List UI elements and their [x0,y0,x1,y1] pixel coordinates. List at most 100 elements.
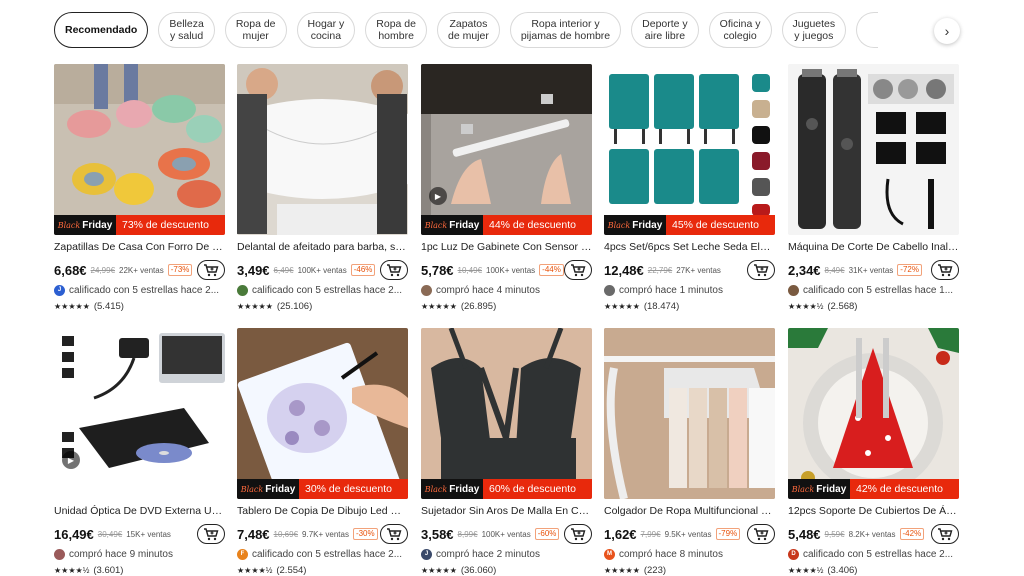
product-title[interactable]: 4pcs Set/6pcs Set Leche Seda Elástic... [604,241,775,255]
category-label: Zapatos de mujer [447,18,489,42]
product-image[interactable]: ▶ [54,328,225,499]
discount-badge: -44% [539,264,564,276]
product-card[interactable]: Black Friday 42% de descuento 12pcs Soporte… [788,328,959,576]
product-card[interactable]: ▶ Unidad Óptica De DVD Externa USB2.... 16… [54,328,225,576]
product-image[interactable]: Black Friday 30% de descuento [237,328,408,499]
product-card[interactable]: Black Friday 73% de descuento Zapatillas De… [54,64,225,312]
cart-icon [387,263,402,276]
product-title[interactable]: Máquina De Corte De Cabello Inalám... [788,241,959,255]
sales-count: 22K+ ventas [119,265,164,275]
black-friday-tag: Black Friday [54,215,116,235]
product-title[interactable]: Zapatillas De Casa Con Forro De Felp... [54,241,225,255]
social-proof: calificado con 5 estrellas hace 2... [237,283,408,297]
category-label: Deporte y aire libre [642,18,688,42]
play-icon[interactable]: ▶ [429,187,447,205]
product-image[interactable]: ▶ Black Friday 44% de descuento [421,64,592,235]
product-image[interactable]: Black Friday 42% de descuento [788,328,959,499]
original-price: 30,49€ [97,529,123,539]
original-price: 8,99€ [457,529,478,539]
star-rating-icon: ★★★★★ [604,565,640,575]
star-rating-icon: ★★★★½ [788,301,824,311]
product-card[interactable]: Colgador De Ropa Multifuncional Blan... 1… [604,328,775,576]
category-chip[interactable]: Ropa de hombre [365,12,427,48]
cart-icon [204,527,219,540]
product-card[interactable]: Máquina De Corte De Cabello Inalám... 2,3… [788,64,959,312]
product-title[interactable]: Tablero De Copia De Dibujo Led Regul... [237,505,408,519]
product-title[interactable]: 1pc Luz De Gabinete Con Sensor De ... [421,241,592,255]
category-label: Oficina y colegio [719,18,761,42]
add-to-cart-button[interactable] [197,260,225,280]
category-chip[interactable]: Oficina y colegio [708,12,772,48]
add-to-cart-button[interactable] [380,524,408,544]
black-friday-banner: Black Friday 60% de descuento [421,479,592,499]
product-title[interactable]: 12pcs Soporte De Cubiertos De Árbol... [788,505,959,519]
social-proof: compró hace 1 minutos [604,283,775,297]
product-title[interactable]: Unidad Óptica De DVD Externa USB2.... [54,505,225,519]
black-friday-tag: Black Friday [604,215,666,235]
add-to-cart-button[interactable] [380,260,408,280]
category-chip[interactable]: Belleza y salud [158,12,215,48]
rating: ★★★★½ (3.406) [788,564,959,576]
category-chip[interactable]: Deporte y aire libre [631,12,699,48]
product-card[interactable]: Black Friday 60% de descuento Sujetador Sin… [421,328,592,576]
product-card[interactable]: Black Friday 30% de descuento Tablero De Co… [237,328,408,576]
deal-prefix: Black [607,220,631,230]
sales-count: 100K+ ventas [297,265,347,275]
deal-prefix: Black [424,220,448,230]
category-label: Ropa de mujer [235,18,276,42]
rating: ★★★★½ (2.554) [237,564,408,576]
category-chip[interactable]: Ropa de mujer [224,12,287,48]
category-label: Hogar y cocina [307,18,345,42]
add-to-cart-button[interactable] [931,260,959,280]
star-rating-icon: ★★★★½ [54,565,90,575]
social-text: calificado con 5 estrellas hace 2... [252,284,403,296]
product-title[interactable]: Delantal de afeitado para barba, sopo... [237,241,408,255]
price-line: 7,48€ 10,69€ 9.7K+ ventas -30% [237,524,408,544]
category-next-button[interactable]: › [934,18,960,44]
category-chip[interactable]: Ropa interior y pijamas de hombre [509,12,622,48]
product-image[interactable]: Black Friday 60% de descuento [421,328,592,499]
add-to-cart-button[interactable] [564,260,592,280]
add-to-cart-button[interactable] [931,524,959,544]
add-to-cart-button[interactable] [747,524,775,544]
category-chip[interactable]: Juguetes y juegos [781,12,847,48]
star-rating-icon: ★★★★★ [604,301,640,311]
social-text: compró hace 2 minutos [436,548,540,560]
rating: ★★★★★ (5.415) [54,300,225,312]
cart-icon [204,263,219,276]
review-count: (26.895) [460,300,497,312]
play-icon[interactable]: ▶ [62,451,80,469]
add-to-cart-button[interactable] [564,524,592,544]
category-chip[interactable]: Zapatos de mujer [436,12,500,48]
add-to-cart-button[interactable] [197,524,225,544]
review-count: (36.060) [460,564,497,576]
product-image[interactable]: Black Friday 45% de descuento [604,64,775,235]
product-image[interactable] [604,328,775,499]
rating: ★★★★★ (36.060) [421,564,592,576]
social-text: compró hace 4 minutos [436,284,540,296]
product-image[interactable] [788,64,959,235]
rating: ★★★★½ (2.568) [788,300,959,312]
social-proof: Jcalificado con 5 estrellas hace 2... [54,283,225,297]
product-image[interactable]: Black Friday 73% de descuento [54,64,225,235]
category-label: Recomendado [65,24,138,36]
product-card[interactable]: ▶ Black Friday 44% de descuento 1pc Luz De G… [421,64,592,312]
discount-label: 45% de descuento [666,215,775,235]
social-text: compró hace 1 minutos [619,284,723,296]
rating: ★★★★★ (26.895) [421,300,592,312]
category-chip[interactable]: Recomendado [54,12,149,48]
product-card[interactable]: Black Friday 45% de descuento 4pcs Set/6pcs… [604,64,775,312]
product-image[interactable] [237,64,408,235]
price: 5,78€ [421,262,454,278]
product-title[interactable]: Colgador De Ropa Multifuncional Blan... [604,505,775,519]
cart-icon [754,263,769,276]
add-to-cart-button[interactable] [747,260,775,280]
price: 7,48€ [237,526,270,542]
product-title[interactable]: Sujetador Sin Aros De Malla En Contr... [421,505,592,519]
product-card[interactable]: Delantal de afeitado para barba, sopo...… [237,64,408,312]
discount-badge: -73% [167,264,193,276]
category-chip[interactable]: Hogar y cocina [296,12,356,48]
deal-word: Friday [632,219,663,231]
category-chip-partial[interactable] [856,12,879,48]
deal-prefix: Black [791,484,815,494]
